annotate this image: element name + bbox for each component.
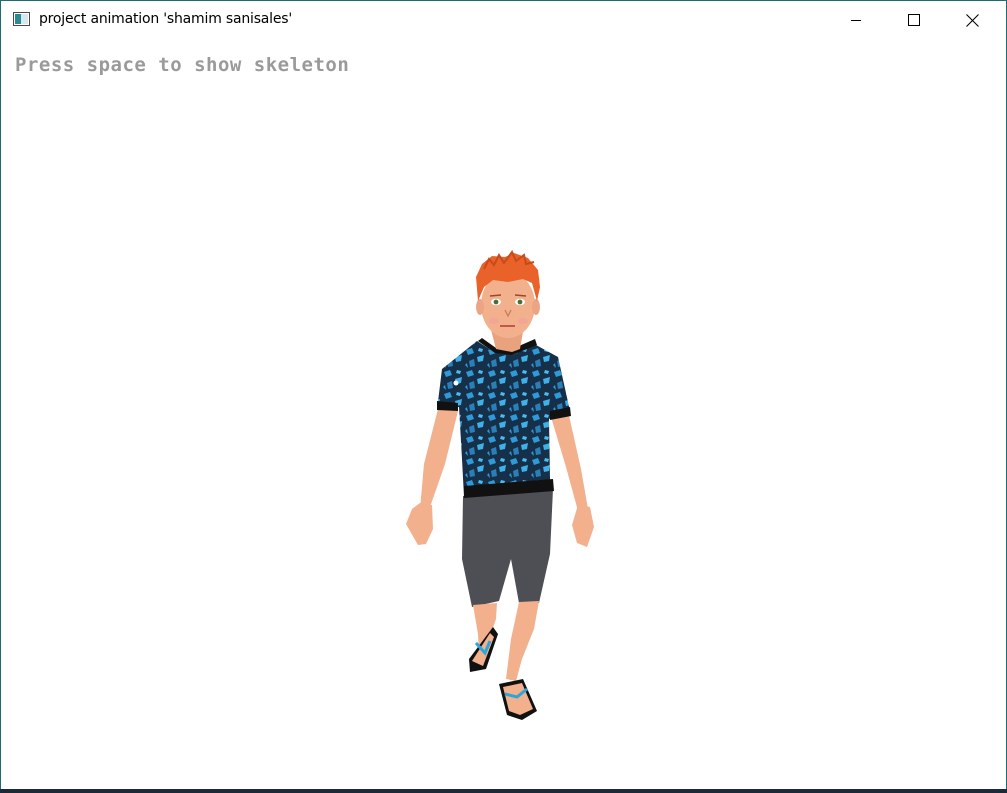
render-viewport[interactable]: Press space to show skeleton [2,39,1006,790]
title-bar[interactable]: project animation 'shamim sanisales' [1,1,1006,39]
minimize-icon [851,20,861,21]
character-legs [462,489,553,720]
close-icon [965,13,979,27]
character-head [476,250,540,352]
character-shirt [437,338,571,498]
minimize-button[interactable] [827,1,885,39]
animated-character [406,250,594,720]
application-window: project animation 'shamim sanisales' Pre… [0,0,1007,793]
skeleton-hint-text: Press space to show skeleton [15,54,350,76]
app-icon [13,12,30,26]
maximize-icon [908,14,920,26]
close-button[interactable] [943,1,1001,39]
maximize-button[interactable] [885,1,943,39]
window-title: project animation 'shamim sanisales' [39,11,293,27]
taskbar-edge [0,789,1007,793]
